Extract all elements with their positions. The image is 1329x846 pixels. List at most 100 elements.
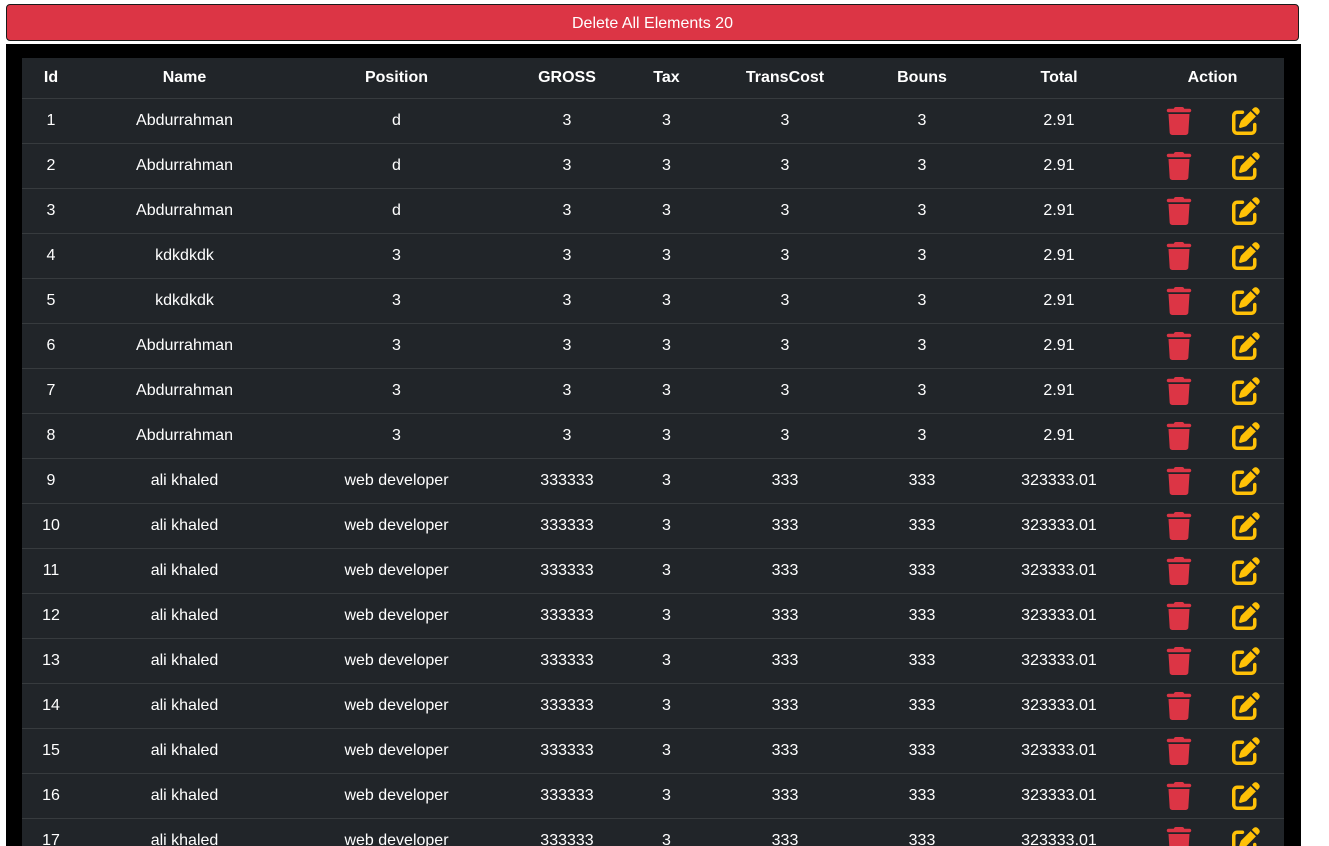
- edit-icon[interactable]: [1232, 737, 1260, 765]
- delete-all-button[interactable]: Delete All Elements 20: [6, 4, 1299, 41]
- table-row: 8 Abdurrahman 3 3 3 3 3 2.91: [22, 413, 1284, 459]
- trash-icon[interactable]: [1165, 737, 1193, 765]
- cell-name: ali khaled: [80, 593, 289, 639]
- cell-id: 7: [22, 368, 80, 414]
- cell-id: 6: [22, 323, 80, 369]
- trash-icon[interactable]: [1165, 242, 1193, 270]
- cell-action: [1141, 458, 1284, 504]
- cell-name: ali khaled: [80, 818, 289, 846]
- cell-transcost: 3: [703, 323, 867, 369]
- trash-icon[interactable]: [1165, 512, 1193, 540]
- cell-tax: 3: [630, 548, 703, 594]
- cell-bouns: 333: [867, 818, 977, 846]
- column-header-position: Position: [289, 58, 504, 99]
- cell-id: 12: [22, 593, 80, 639]
- trash-icon[interactable]: [1165, 377, 1193, 405]
- cell-total: 323333.01: [977, 638, 1141, 684]
- table-row: 12 ali khaled web developer 333333 3 333 333 32…: [22, 593, 1284, 639]
- trash-icon[interactable]: [1165, 602, 1193, 630]
- trash-icon[interactable]: [1165, 422, 1193, 450]
- cell-id: 4: [22, 233, 80, 279]
- cell-tax: 3: [630, 98, 703, 144]
- cell-tax: 3: [630, 368, 703, 414]
- edit-icon[interactable]: [1232, 827, 1260, 846]
- trash-icon[interactable]: [1165, 287, 1193, 315]
- cell-transcost: 3: [703, 98, 867, 144]
- cell-bouns: 333: [867, 593, 977, 639]
- cell-tax: 3: [630, 818, 703, 846]
- trash-icon[interactable]: [1165, 647, 1193, 675]
- cell-gross: 333333: [504, 458, 630, 504]
- edit-icon[interactable]: [1232, 782, 1260, 810]
- edit-icon[interactable]: [1232, 602, 1260, 630]
- cell-bouns: 333: [867, 638, 977, 684]
- cell-action: [1141, 638, 1284, 684]
- cell-name: kdkdkdk: [80, 233, 289, 279]
- cell-bouns: 3: [867, 413, 977, 459]
- trash-icon[interactable]: [1165, 332, 1193, 360]
- cell-action: [1141, 143, 1284, 189]
- edit-icon[interactable]: [1232, 332, 1260, 360]
- cell-name: ali khaled: [80, 638, 289, 684]
- cell-id: 3: [22, 188, 80, 234]
- edit-icon[interactable]: [1232, 107, 1260, 135]
- column-header-tax: Tax: [630, 58, 703, 99]
- cell-position: web developer: [289, 638, 504, 684]
- cell-gross: 333333: [504, 728, 630, 774]
- column-header-action: Action: [1141, 58, 1284, 99]
- trash-icon[interactable]: [1165, 152, 1193, 180]
- trash-icon[interactable]: [1165, 467, 1193, 495]
- cell-bouns: 333: [867, 773, 977, 819]
- cell-gross: 333333: [504, 638, 630, 684]
- trash-icon[interactable]: [1165, 782, 1193, 810]
- edit-icon[interactable]: [1232, 197, 1260, 225]
- cell-tax: 3: [630, 458, 703, 504]
- cell-transcost: 3: [703, 233, 867, 279]
- trash-icon[interactable]: [1165, 557, 1193, 585]
- cell-id: 11: [22, 548, 80, 594]
- trash-icon[interactable]: [1165, 692, 1193, 720]
- cell-position: d: [289, 98, 504, 144]
- edit-icon[interactable]: [1232, 422, 1260, 450]
- cell-id: 15: [22, 728, 80, 774]
- edit-icon[interactable]: [1232, 242, 1260, 270]
- table-header: Id Name Position GROSS Tax TransCost Bou…: [22, 58, 1284, 99]
- table-row: 16 ali khaled web developer 333333 3 333 333 32…: [22, 773, 1284, 819]
- table-row: 3 Abdurrahman d 3 3 3 3 2.91: [22, 188, 1284, 234]
- cell-name: ali khaled: [80, 548, 289, 594]
- edit-icon[interactable]: [1232, 692, 1260, 720]
- trash-icon[interactable]: [1165, 107, 1193, 135]
- edit-icon[interactable]: [1232, 287, 1260, 315]
- cell-name: Abdurrahman: [80, 368, 289, 414]
- cell-action: [1141, 233, 1284, 279]
- cell-total: 323333.01: [977, 593, 1141, 639]
- edit-icon[interactable]: [1232, 152, 1260, 180]
- trash-icon[interactable]: [1165, 197, 1193, 225]
- cell-gross: 3: [504, 368, 630, 414]
- column-header-total: Total: [977, 58, 1141, 99]
- cell-position: 3: [289, 233, 504, 279]
- cell-id: 9: [22, 458, 80, 504]
- cell-transcost: 333: [703, 548, 867, 594]
- cell-position: 3: [289, 323, 504, 369]
- cell-name: ali khaled: [80, 458, 289, 504]
- cell-gross: 3: [504, 323, 630, 369]
- trash-icon[interactable]: [1165, 827, 1193, 846]
- cell-transcost: 3: [703, 413, 867, 459]
- cell-tax: 3: [630, 638, 703, 684]
- cell-id: 8: [22, 413, 80, 459]
- cell-tax: 3: [630, 413, 703, 459]
- cell-gross: 333333: [504, 818, 630, 846]
- edit-icon[interactable]: [1232, 647, 1260, 675]
- edit-icon[interactable]: [1232, 512, 1260, 540]
- cell-total: 323333.01: [977, 503, 1141, 549]
- edit-icon[interactable]: [1232, 377, 1260, 405]
- edit-icon[interactable]: [1232, 557, 1260, 585]
- cell-transcost: 333: [703, 773, 867, 819]
- edit-icon[interactable]: [1232, 467, 1260, 495]
- column-header-id: Id: [22, 58, 80, 99]
- cell-tax: 3: [630, 323, 703, 369]
- cell-action: [1141, 368, 1284, 414]
- cell-bouns: 333: [867, 503, 977, 549]
- table-row: 5 kdkdkdk 3 3 3 3 3 2.91: [22, 278, 1284, 324]
